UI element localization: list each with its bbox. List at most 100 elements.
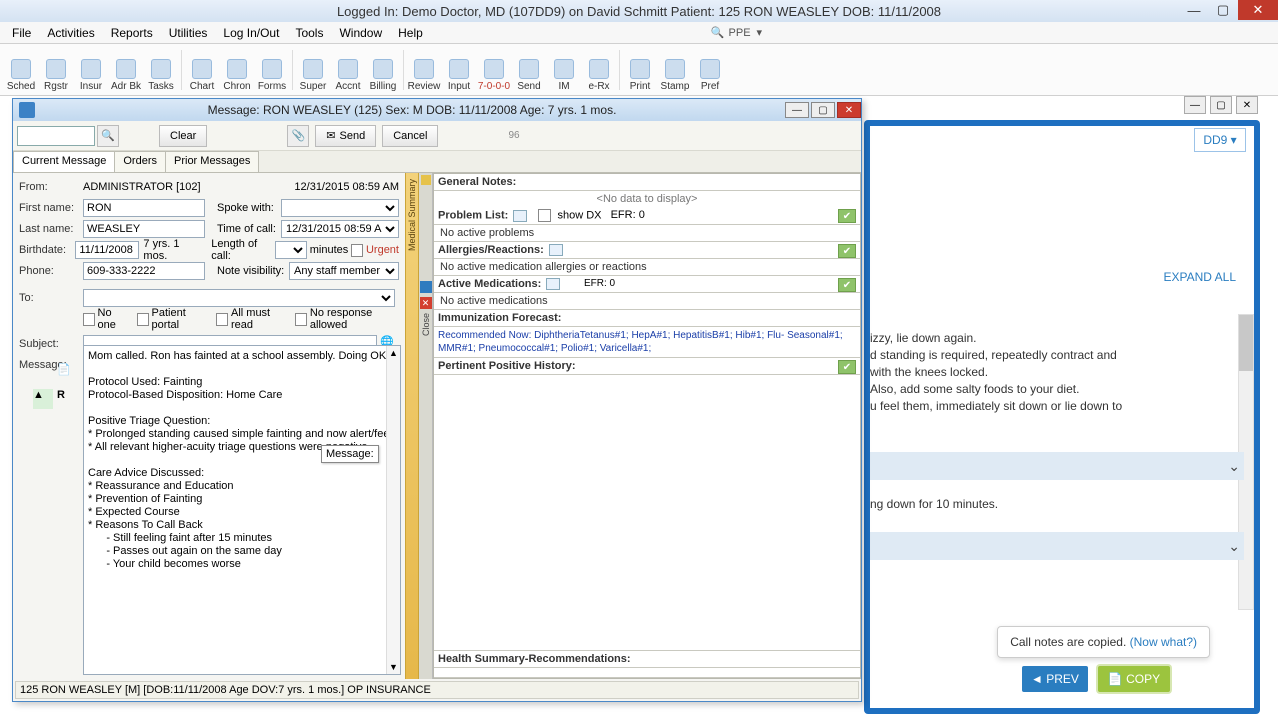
toolbtn-chart[interactable]: Chart xyxy=(185,46,219,94)
tab-current-message[interactable]: Current Message xyxy=(13,151,115,172)
erx-icon xyxy=(589,59,609,79)
toolbtn-label: Chart xyxy=(190,81,214,92)
send-button[interactable]: ✉ Send xyxy=(315,125,376,147)
bg-section-bar-2[interactable] xyxy=(870,532,1244,560)
toolbtn-insur[interactable]: Insur xyxy=(74,46,108,94)
demographics-flag-icon[interactable] xyxy=(420,281,432,293)
problem-list-check-icon[interactable]: ✔ xyxy=(838,209,856,223)
msg-minimize-button[interactable]: — xyxy=(785,102,809,118)
menu-loginout[interactable]: Log In/Out xyxy=(215,24,287,42)
tab-orders[interactable]: Orders xyxy=(114,151,166,172)
menu-file[interactable]: File xyxy=(4,24,39,42)
bg-minimize-button[interactable]: — xyxy=(1184,96,1206,114)
toolbtn-stamp[interactable]: Stamp xyxy=(658,46,692,94)
cancel-button[interactable]: Cancel xyxy=(382,125,438,147)
rx-icon[interactable]: R xyxy=(57,389,77,409)
message-line: * Reasons To Call Back xyxy=(88,519,396,532)
msg-maximize-button[interactable]: ▢ xyxy=(811,102,835,118)
first-name-input[interactable] xyxy=(83,199,205,217)
toolbtn-rgstr[interactable]: Rgstr xyxy=(39,46,73,94)
menu-activities[interactable]: Activities xyxy=(39,24,102,42)
time-of-call-select[interactable]: 12/31/2015 08:59 AM xyxy=(281,220,399,238)
scroll-up-icon[interactable]: ▲ xyxy=(387,346,400,360)
phone-input[interactable] xyxy=(83,262,205,280)
toolbtn-erx[interactable]: e-Rx xyxy=(582,46,616,94)
toast-now-what-link[interactable]: (Now what?) xyxy=(1130,635,1197,649)
message-scrollbar[interactable]: ▲ ▼ xyxy=(386,346,400,674)
message-tooltip: Message: xyxy=(321,445,379,463)
no-response-checkbox[interactable] xyxy=(295,313,307,326)
medical-summary-sidebar[interactable]: Medical Summary xyxy=(405,173,419,679)
toolbtn-im[interactable]: IM xyxy=(547,46,581,94)
toolbtn-adrbk[interactable]: Adr Bk xyxy=(109,46,143,94)
prev-button[interactable]: ◄ PREV xyxy=(1022,666,1088,692)
allergies-check-icon[interactable]: ✔ xyxy=(838,244,856,258)
menu-window[interactable]: Window xyxy=(331,24,390,42)
toolbtn-pref[interactable]: Pref xyxy=(693,46,727,94)
close-panel-icon[interactable]: ✕ xyxy=(420,297,432,309)
attach-icon[interactable]: 📎 xyxy=(287,125,309,147)
toolbtn-super[interactable]: Super xyxy=(296,46,330,94)
insert-template-icon[interactable]: 📄 xyxy=(57,363,77,383)
note-visibility-select[interactable]: Any staff member xyxy=(289,262,399,280)
allergies-icon[interactable] xyxy=(549,244,563,256)
toolbtn-label: Review xyxy=(408,81,441,92)
tab-prior-messages[interactable]: Prior Messages xyxy=(165,151,259,172)
pph-check-icon[interactable]: ✔ xyxy=(838,360,856,374)
ppe-search[interactable]: 🔍 PPE ▾ xyxy=(711,26,762,39)
active-meds-check-icon[interactable]: ✔ xyxy=(838,278,856,292)
all-must-read-checkbox[interactable] xyxy=(216,313,228,326)
menu-reports[interactable]: Reports xyxy=(103,24,161,42)
bg-scroll-thumb[interactable] xyxy=(1239,315,1253,371)
medical-summary-label: Medical Summary xyxy=(407,179,417,251)
toolbtn-forms[interactable]: Forms xyxy=(255,46,289,94)
flag-icon[interactable] xyxy=(421,175,431,185)
patient-search-input[interactable] xyxy=(17,126,95,146)
search-patient-icon[interactable]: 🔍 xyxy=(97,125,119,147)
copy-button[interactable]: 📄 COPY xyxy=(1098,666,1170,692)
app-minimize-button[interactable]: — xyxy=(1180,0,1208,20)
message-line: * Expected Course xyxy=(88,506,396,519)
last-name-input[interactable] xyxy=(83,220,205,238)
toolbtn-accnt[interactable]: Accnt xyxy=(331,46,365,94)
no-response-label: No response allowed xyxy=(310,307,399,331)
user-dropdown[interactable]: DD9 ▾ xyxy=(1194,128,1246,152)
toolbtn-input[interactable]: Input xyxy=(442,46,476,94)
no-one-checkbox[interactable] xyxy=(83,313,95,326)
msg-close-button[interactable]: ✕ xyxy=(837,102,861,118)
clear-button-label: Clear xyxy=(170,130,196,142)
toolbtn-chron[interactable]: Chron xyxy=(220,46,254,94)
patient-portal-checkbox[interactable] xyxy=(137,313,149,326)
expand-all-link[interactable]: EXPAND ALL xyxy=(1164,270,1236,284)
scroll-down-icon[interactable]: ▼ xyxy=(387,660,400,674)
active-meds-icon[interactable] xyxy=(546,278,560,290)
birthdate-input[interactable] xyxy=(75,241,139,259)
problem-list-icon[interactable] xyxy=(513,210,527,222)
toolbtn-7000[interactable]: 7-0-0-0 xyxy=(477,46,511,94)
menu-utilities[interactable]: Utilities xyxy=(161,24,216,42)
chevron-down-icon[interactable]: ⌄ xyxy=(1228,458,1240,475)
toolbtn-review[interactable]: Review xyxy=(407,46,441,94)
message-textarea[interactable]: Mom called. Ron has fainted at a school … xyxy=(83,345,401,675)
bg-restore-button[interactable]: ▢ xyxy=(1210,96,1232,114)
toolbtn-sched[interactable]: Sched xyxy=(4,46,38,94)
toolbtn-billing[interactable]: Billing xyxy=(366,46,400,94)
spoke-with-select[interactable] xyxy=(281,199,399,217)
to-select[interactable] xyxy=(83,289,395,307)
app-maximize-button[interactable]: ▢ xyxy=(1209,0,1237,20)
length-of-call-select[interactable] xyxy=(275,241,307,259)
chevron-down-icon[interactable]: ⌄ xyxy=(1228,538,1240,555)
bg-close-button[interactable]: ✕ xyxy=(1236,96,1258,114)
app-close-button[interactable]: ✕ xyxy=(1238,0,1278,20)
show-dx-checkbox[interactable] xyxy=(538,209,551,222)
toolbtn-print[interactable]: Print xyxy=(623,46,657,94)
menu-help[interactable]: Help xyxy=(390,24,431,42)
urgent-checkbox[interactable] xyxy=(351,244,363,257)
clear-button[interactable]: Clear xyxy=(159,125,207,147)
menu-tools[interactable]: Tools xyxy=(287,24,331,42)
toolbtn-label: Tasks xyxy=(148,81,174,92)
toolbtn-tasks[interactable]: Tasks xyxy=(144,46,178,94)
toolbtn-send[interactable]: Send xyxy=(512,46,546,94)
triage-up-icon[interactable]: ▲ xyxy=(33,389,53,409)
bg-section-bar-1[interactable] xyxy=(870,452,1244,480)
